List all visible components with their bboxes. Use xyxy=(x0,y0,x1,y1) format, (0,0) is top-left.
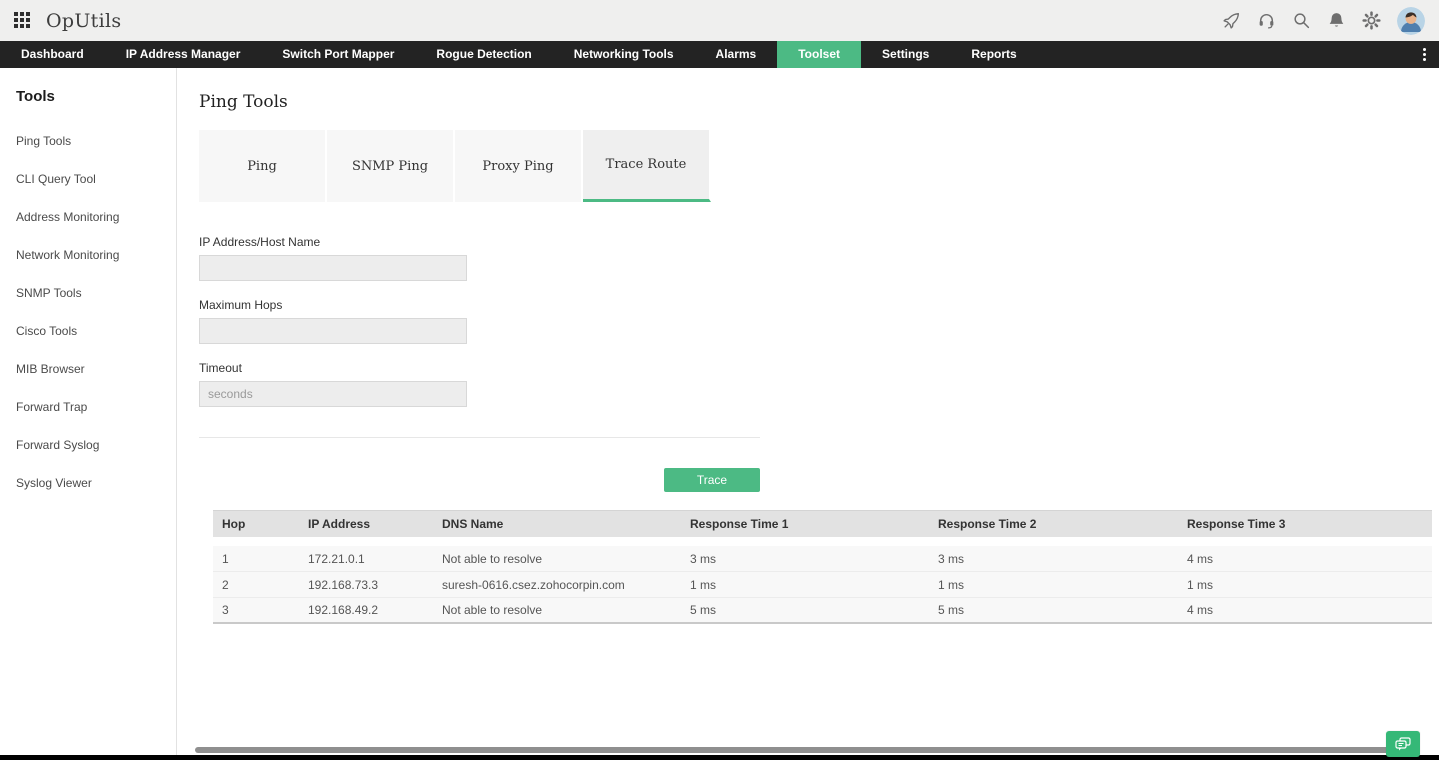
headset-icon[interactable] xyxy=(1257,11,1276,30)
col-header-hop: Hop xyxy=(222,517,246,531)
ip-address-host-name-input[interactable] xyxy=(199,255,467,281)
cell-response-time-1: 1 ms xyxy=(690,577,717,592)
table-row: 3 192.168.49.2 Not able to resolve 5 ms … xyxy=(213,598,1432,624)
cell-ip-address: 172.21.0.1 xyxy=(308,551,365,566)
cell-dns-name: Not able to resolve xyxy=(442,551,543,566)
timeout-label: Timeout xyxy=(199,361,242,375)
apps-grid-icon[interactable] xyxy=(14,11,32,30)
tools-sidebar: Tools Ping Tools CLI Query Tool Address … xyxy=(0,68,177,760)
sidebar-item-forward-syslog[interactable]: Forward Syslog xyxy=(16,433,176,457)
search-icon[interactable] xyxy=(1292,11,1311,30)
cell-ip-address: 192.168.49.2 xyxy=(308,603,379,617)
sidebar-item-cisco-tools[interactable]: Cisco Tools xyxy=(16,319,176,343)
timeout-input[interactable] xyxy=(199,381,467,407)
tab-proxy-ping[interactable]: Proxy Ping xyxy=(455,130,583,202)
bell-icon[interactable] xyxy=(1327,11,1346,30)
nav-item-settings[interactable]: Settings xyxy=(861,41,950,68)
chat-bubbles-icon xyxy=(1395,737,1411,751)
ping-tools-tabs: Ping SNMP Ping Proxy Ping Trace Route xyxy=(199,130,1439,202)
app-logo: OpUtils xyxy=(46,9,122,32)
user-avatar[interactable] xyxy=(1397,6,1425,35)
tab-ping[interactable]: Ping xyxy=(199,130,327,202)
nav-item-networking-tools[interactable]: Networking Tools xyxy=(553,41,695,68)
bottom-strip xyxy=(0,755,1439,760)
sidebar-item-snmp-tools[interactable]: SNMP Tools xyxy=(16,281,176,305)
kebab-menu-icon[interactable] xyxy=(1415,41,1433,68)
cell-response-time-2: 1 ms xyxy=(938,577,965,592)
table-row: 1 172.21.0.1 Not able to resolve 3 ms 3 … xyxy=(213,546,1432,572)
form-divider xyxy=(199,437,760,438)
cell-response-time-3: 1 ms xyxy=(1187,577,1214,592)
trace-route-results-table: Hop IP Address DNS Name Response Time 1 … xyxy=(213,510,1432,624)
topbar: OpUtils xyxy=(0,0,1439,41)
cell-dns-name: Not able to resolve xyxy=(442,603,543,617)
topbar-actions xyxy=(1222,6,1425,35)
col-header-response-time-3: Response Time 3 xyxy=(1187,517,1286,531)
sidebar-item-address-monitoring[interactable]: Address Monitoring xyxy=(16,205,176,229)
nav-item-ip-address-manager[interactable]: IP Address Manager xyxy=(105,41,262,68)
table-row: 2 192.168.73.3 suresh-0616.csez.zohocorp… xyxy=(213,572,1432,598)
page-title: Ping Tools xyxy=(199,92,288,112)
sidebar-item-forward-trap[interactable]: Forward Trap xyxy=(16,395,176,419)
sidebar-item-syslog-viewer[interactable]: Syslog Viewer xyxy=(16,471,176,495)
cell-response-time-1: 5 ms xyxy=(690,603,717,617)
cell-response-time-2: 3 ms xyxy=(938,551,965,566)
main-content: Ping Tools Ping SNMP Ping Proxy Ping Tra… xyxy=(177,68,1439,760)
nav-item-alarms[interactable]: Alarms xyxy=(695,41,778,68)
nav-item-switch-port-mapper[interactable]: Switch Port Mapper xyxy=(261,41,415,68)
horizontal-scrollbar[interactable] xyxy=(195,747,1418,753)
main-navbar: Dashboard IP Address Manager Switch Port… xyxy=(0,41,1439,68)
cell-hop: 1 xyxy=(222,551,229,566)
tab-trace-route[interactable]: Trace Route xyxy=(583,130,711,202)
cell-hop: 3 xyxy=(222,603,229,617)
gear-icon[interactable] xyxy=(1362,11,1381,30)
tab-snmp-ping[interactable]: SNMP Ping xyxy=(327,130,455,202)
maximum-hops-label: Maximum Hops xyxy=(199,298,283,312)
trace-button[interactable]: Trace xyxy=(664,468,760,492)
cell-dns-name: suresh-0616.csez.zohocorpin.com xyxy=(442,577,625,592)
sidebar-item-ping-tools[interactable]: Ping Tools xyxy=(16,129,176,153)
col-header-dns-name: DNS Name xyxy=(442,517,504,531)
col-header-ip-address: IP Address xyxy=(308,517,371,531)
col-header-response-time-1: Response Time 1 xyxy=(690,517,789,531)
sidebar-item-mib-browser[interactable]: MIB Browser xyxy=(16,357,176,381)
ip-address-host-name-label: IP Address/Host Name xyxy=(199,235,321,249)
col-header-response-time-2: Response Time 2 xyxy=(938,517,1037,531)
nav-item-rogue-detection[interactable]: Rogue Detection xyxy=(415,41,552,68)
nav-item-toolset[interactable]: Toolset xyxy=(777,41,862,68)
maximum-hops-input[interactable] xyxy=(199,318,467,344)
cell-response-time-2: 5 ms xyxy=(938,603,965,617)
sidebar-item-cli-query-tool[interactable]: CLI Query Tool xyxy=(16,167,176,191)
nav-item-dashboard[interactable]: Dashboard xyxy=(0,41,105,68)
cell-response-time-3: 4 ms xyxy=(1187,551,1214,566)
cell-response-time-3: 4 ms xyxy=(1187,603,1214,617)
chat-button[interactable] xyxy=(1386,731,1420,757)
nav-item-reports[interactable]: Reports xyxy=(950,41,1037,68)
cell-hop: 2 xyxy=(222,577,229,592)
sidebar-item-network-monitoring[interactable]: Network Monitoring xyxy=(16,243,176,267)
table-header-row: Hop IP Address DNS Name Response Time 1 … xyxy=(213,510,1432,537)
cell-ip-address: 192.168.73.3 xyxy=(308,577,379,592)
rocket-icon[interactable] xyxy=(1222,11,1241,30)
sidebar-title: Tools xyxy=(16,88,55,105)
cell-response-time-1: 3 ms xyxy=(690,551,717,566)
trace-route-form: IP Address/Host Name Maximum Hops Timeou… xyxy=(199,235,760,492)
